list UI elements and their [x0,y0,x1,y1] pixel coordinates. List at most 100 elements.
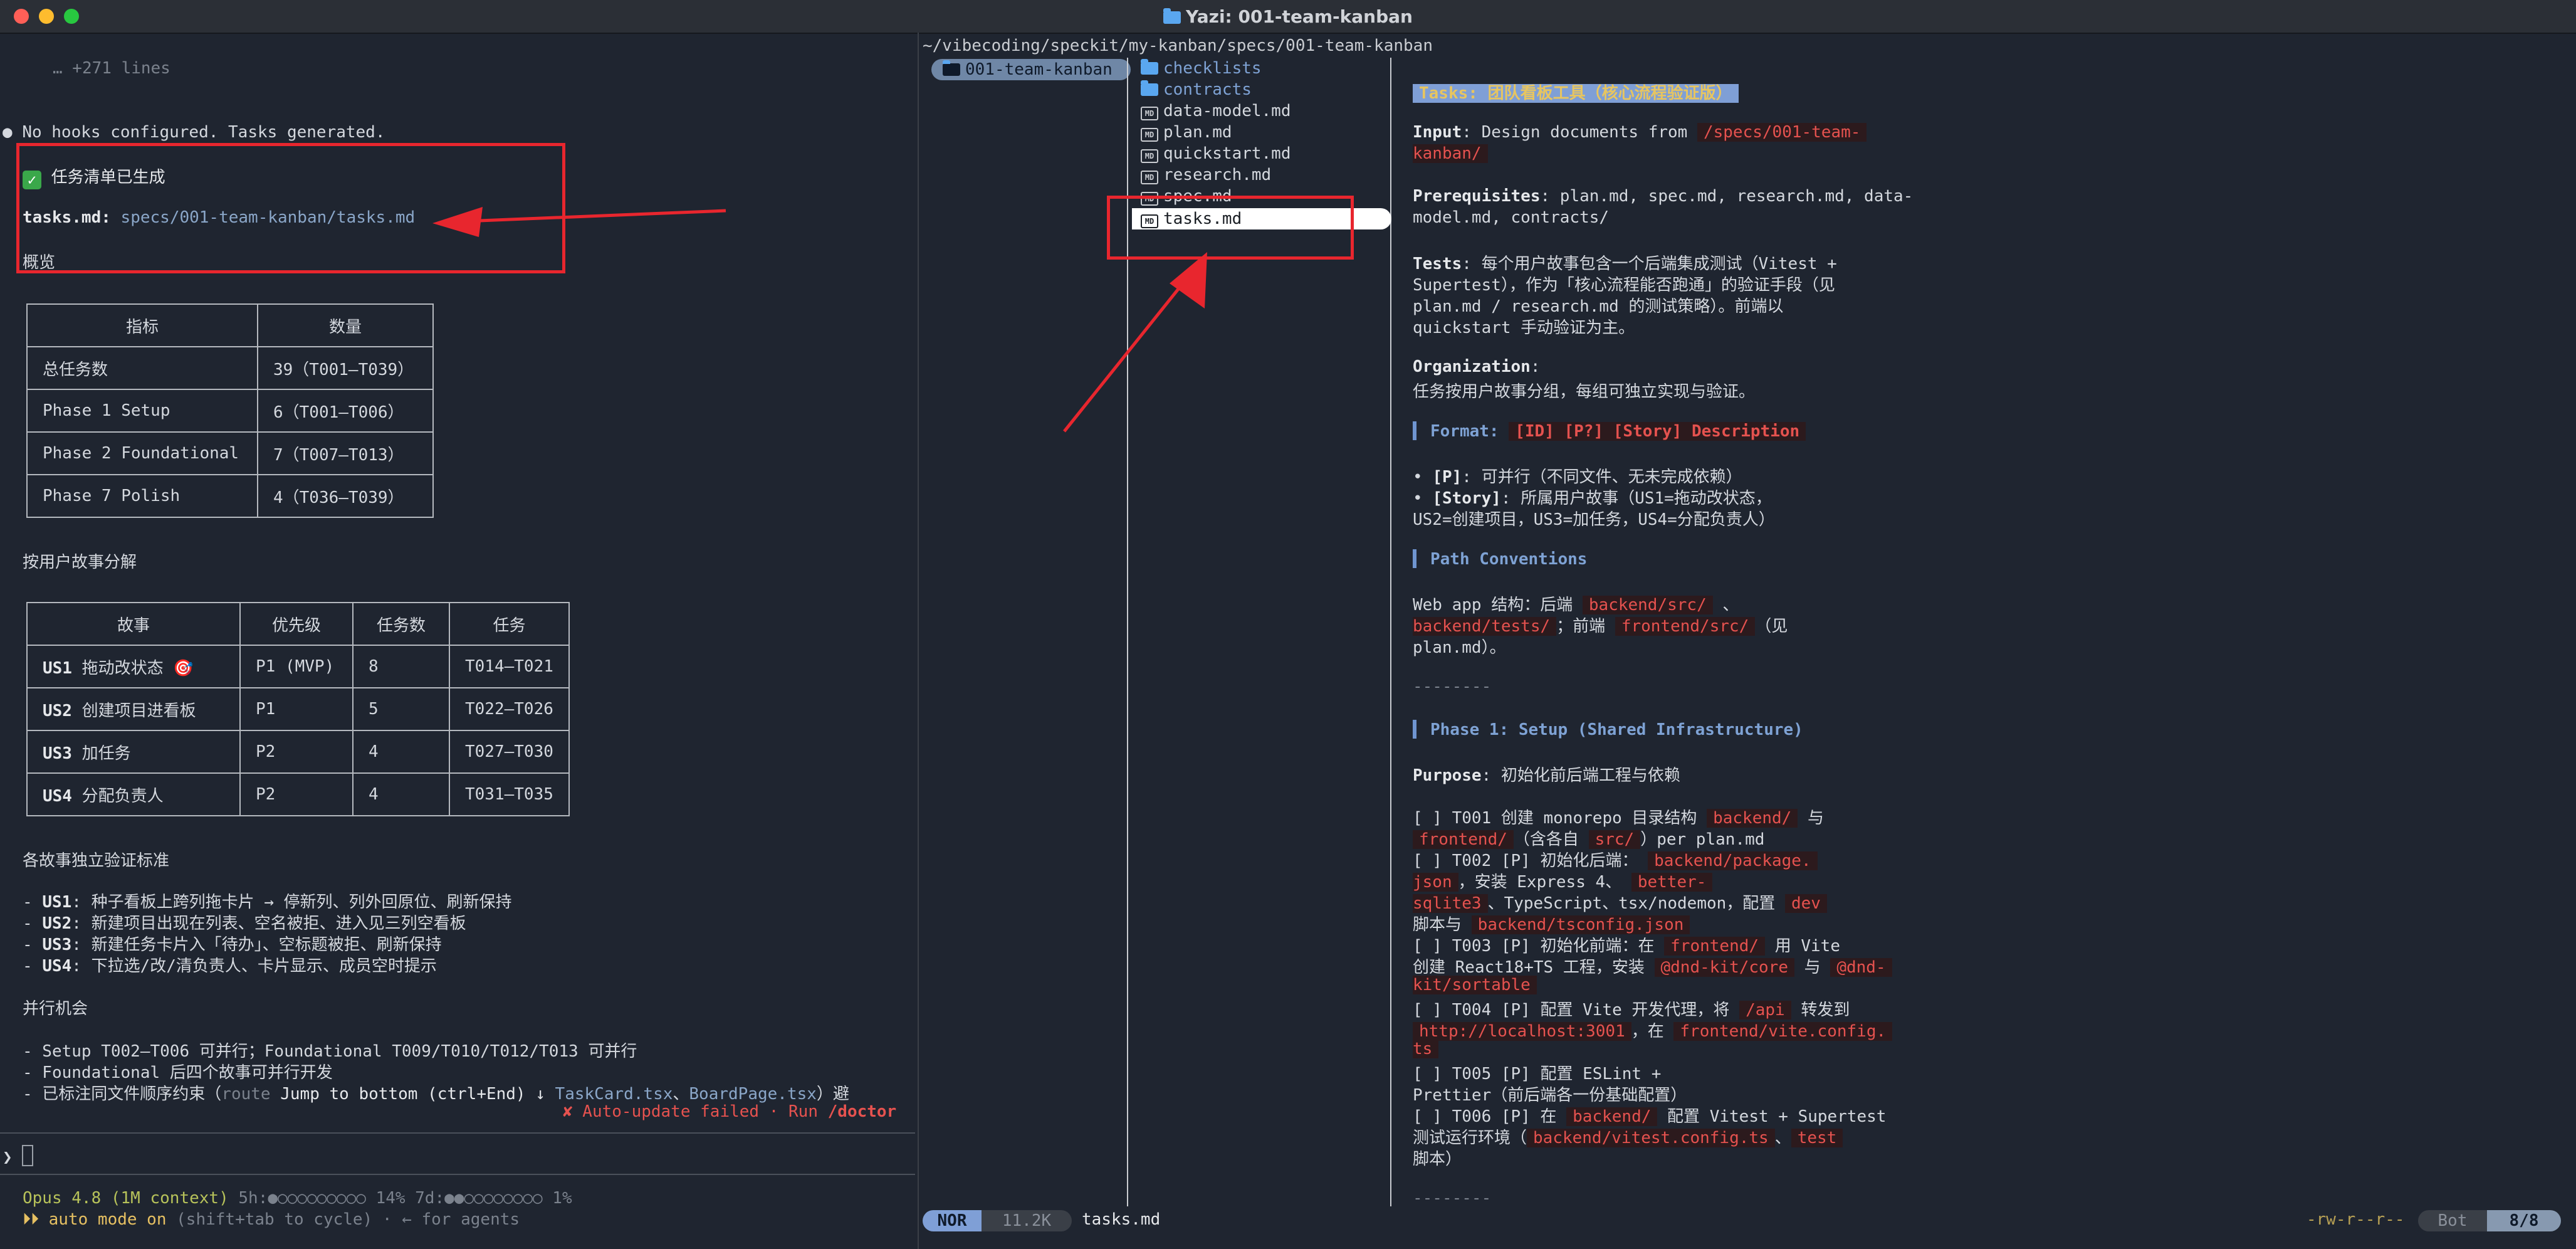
current-file: tasks.md [1082,1210,1161,1229]
table-cell: Phase 1 Setup [26,389,258,433]
file-item-md[interactable]: MD plan.md [1141,123,1232,142]
criteria-line: - US1: 种子看板上跨列拖卡片 → 停新列、列外回原位、刷新保持 [23,893,512,912]
tasks-file-line: tasks.md: specs/001-team-kanban/tasks.md [23,208,416,227]
table-row: Phase 7 Polish 4（T036–T039） [26,474,434,518]
heading-bar [1413,549,1416,568]
table-row: US3 加任务 P2 4 T027–T030 [26,730,570,774]
window-title: Yazi: 001-team-kanban [0,6,2576,27]
annotation-arrow-left [432,207,726,237]
task-line: [ ] T002 [P] 初始化后端： backend/package. [1413,848,1818,871]
preview-line: quickstart 手动验证为主。 [1413,319,1635,337]
text-cursor [22,1145,34,1166]
scroll-position: Bot [2418,1210,2487,1231]
format-heading: Format: [ID] [P?] [Story] Description [1413,421,1806,441]
summary-table: 指标 数量 总任务数 39（T001–T039） Phase 1 Setup 6（T… [26,303,434,518]
preview-line: plan.md）。 [1413,638,1506,657]
table-cell: 4 [352,772,450,816]
table-cell: Phase 2 Foundational [26,431,258,475]
criteria-line: - US3: 新建任务卡片入「待办」、空标题被拒、刷新保持 [23,935,442,954]
overview-heading: 概览 [23,253,56,272]
file-count: 8/8 [2487,1210,2561,1231]
task-line: 测试运行环境（ backend/vitest.config.ts、 test [1413,1125,1843,1148]
tasks-file-link[interactable]: specs/001-team-kanban/tasks.md [121,208,416,227]
preview-title: Tasks: 团队看板工具（核心流程验证版） [1413,80,1739,103]
file-item-md[interactable]: MD quickstart.md [1141,144,1291,163]
collapsed-lines[interactable]: … +271 lines [53,59,170,78]
phase1-heading: Phase 1: Setup (Shared Infrastructure) [1413,720,1803,739]
auto-mode-status[interactable]: ⏵⏵ auto mode on (shift+tab to cycle) · ←… [23,1210,520,1230]
task-line: 脚本） [1413,1150,1462,1169]
table-cell: T014–T021 [449,645,570,688]
file-item-dir[interactable]: contracts [1141,80,1252,99]
folder-icon [1141,59,1158,75]
table-header-row: 指标 数量 [26,303,434,347]
preview-line: model.md, contracts/ [1413,208,1610,227]
yazi-path: ~/vibecoding/speckit/my-kanban/specs/001… [923,36,1433,55]
task-line: 脚本与 backend/tsconfig.json [1413,912,1690,935]
criteria-line: - US4: 下拉选/改/清负责人、卡片显示、成员空时提示 [23,957,437,976]
table-row: 总任务数 39（T001–T039） [26,346,434,390]
yazi-column-divider [1390,58,1391,1206]
done-heading: ✓ 任务清单已生成 [23,164,165,189]
mode-indicator: NOR [923,1210,982,1231]
task-line: sqlite3 、TypeScript、tsx/nodemon，配置 dev [1413,890,1827,914]
table-header: 任务 [449,602,570,646]
preview-line: backend/tests/；前端 frontend/src/（见 [1413,617,1788,636]
table-cell: US4 分配负责人 [26,772,241,816]
doctor-command[interactable]: /doctor [828,1102,897,1121]
separator: -------- [1413,1189,1492,1208]
file-item-md[interactable]: MD research.md [1141,166,1271,184]
preview-line: Web app 结构：后端 backend/src/ 、 [1413,596,1739,614]
preview-line: 任务按用户故事分组，每组可独立实现与验证。 [1413,382,1756,401]
table-row: Phase 1 Setup 6（T001–T006） [26,389,434,433]
criteria-heading: 各故事独立验证标准 [23,851,170,870]
separator: -------- [1413,677,1492,696]
table-header-row: 故事 优先级 任务数 任务 [26,602,570,646]
table-cell: 39（T001–T039） [257,346,434,390]
parallel-heading: 并行机会 [23,999,88,1018]
heading-bar [1413,720,1416,739]
table-header: 数量 [257,303,434,347]
table-cell: Phase 7 Polish [26,474,258,518]
task-line: http://localhost:3001 ，在 frontend/vite.co… [1413,1018,1893,1041]
table-cell: 8 [352,645,450,688]
table-header: 优先级 [239,602,353,646]
auto-update-warning: ✘ Auto-update failed · Run /doctor [563,1102,897,1121]
table-cell: T027–T030 [449,730,570,774]
file-permissions: -rw-r--r-- [2306,1210,2405,1229]
folder-icon [943,60,960,76]
folder-icon [1163,8,1181,24]
parent-dir-item[interactable]: 001-team-kanban [931,59,1131,80]
markdown-icon: MD [1141,149,1158,163]
table-header: 任务数 [352,602,450,646]
file-item-dir[interactable]: checklists [1141,59,1262,78]
task-line: [ ] T004 [P] 配置 Vite 开发代理，将 /api 转发到 [1413,1001,1850,1020]
markdown-icon: MD [1141,171,1158,184]
table-row: US1 拖动改状态 🎯 P1 (MVP) 8 T014–T021 [26,645,570,688]
file-item-md[interactable]: MD data-model.md [1141,102,1291,120]
window-titlebar: Yazi: 001-team-kanban [0,0,2576,34]
table-cell: T022–T026 [449,687,570,731]
preview-line: Prerequisites: plan.md, spec.md, researc… [1413,187,1914,206]
preview-line: Supertest），作为「核心流程能否跑通」的验证手段（见 [1413,276,1835,295]
jump-to-bottom-hint[interactable]: Jump to bottom (ctrl+End) ↓ [280,1085,545,1104]
preview-line: plan.md / research.md 的测试策略）。前端以 [1413,297,1784,316]
file-size: 11.2K [982,1210,1072,1231]
table-cell: 4 [352,730,450,774]
table-cell: 4（T036–T039） [257,474,434,518]
task-line: [ ] T001 创建 monorepo 目录结构 backend/ 与 [1413,809,1824,828]
preview-line: Tests: 每个用户故事包含一个后端集成测试（Vitest + [1413,255,1837,273]
table-cell: US2 创建项目进看板 [26,687,241,731]
heading-bar [1413,421,1416,440]
task-line: [ ] T006 [P] 在 backend/ 配置 Vitest + Supe… [1413,1107,1887,1126]
preview-line: kanban/ [1413,144,1488,163]
preview-line: • [Story]: 所属用户故事（US1=拖动改状态， [1413,489,1772,508]
preview-line: Organization: [1413,357,1541,376]
story-table: 故事 优先级 任务数 任务 US1 拖动改状态 🎯 P1 (MVP) 8 T014–T… [26,602,570,816]
prompt-line[interactable]: ❯ [3,1145,34,1167]
divider [0,1132,915,1134]
task-line: [ ] T005 [P] 配置 ESLint + [1413,1065,1662,1083]
task-line: json ，安装 Express 4、 better- [1413,869,1713,892]
preview-line: US2=创建项目，US3=加任务，US4=分配负责人） [1413,510,1775,529]
preview-line: Input: Design documents from /specs/001-… [1413,123,1867,142]
